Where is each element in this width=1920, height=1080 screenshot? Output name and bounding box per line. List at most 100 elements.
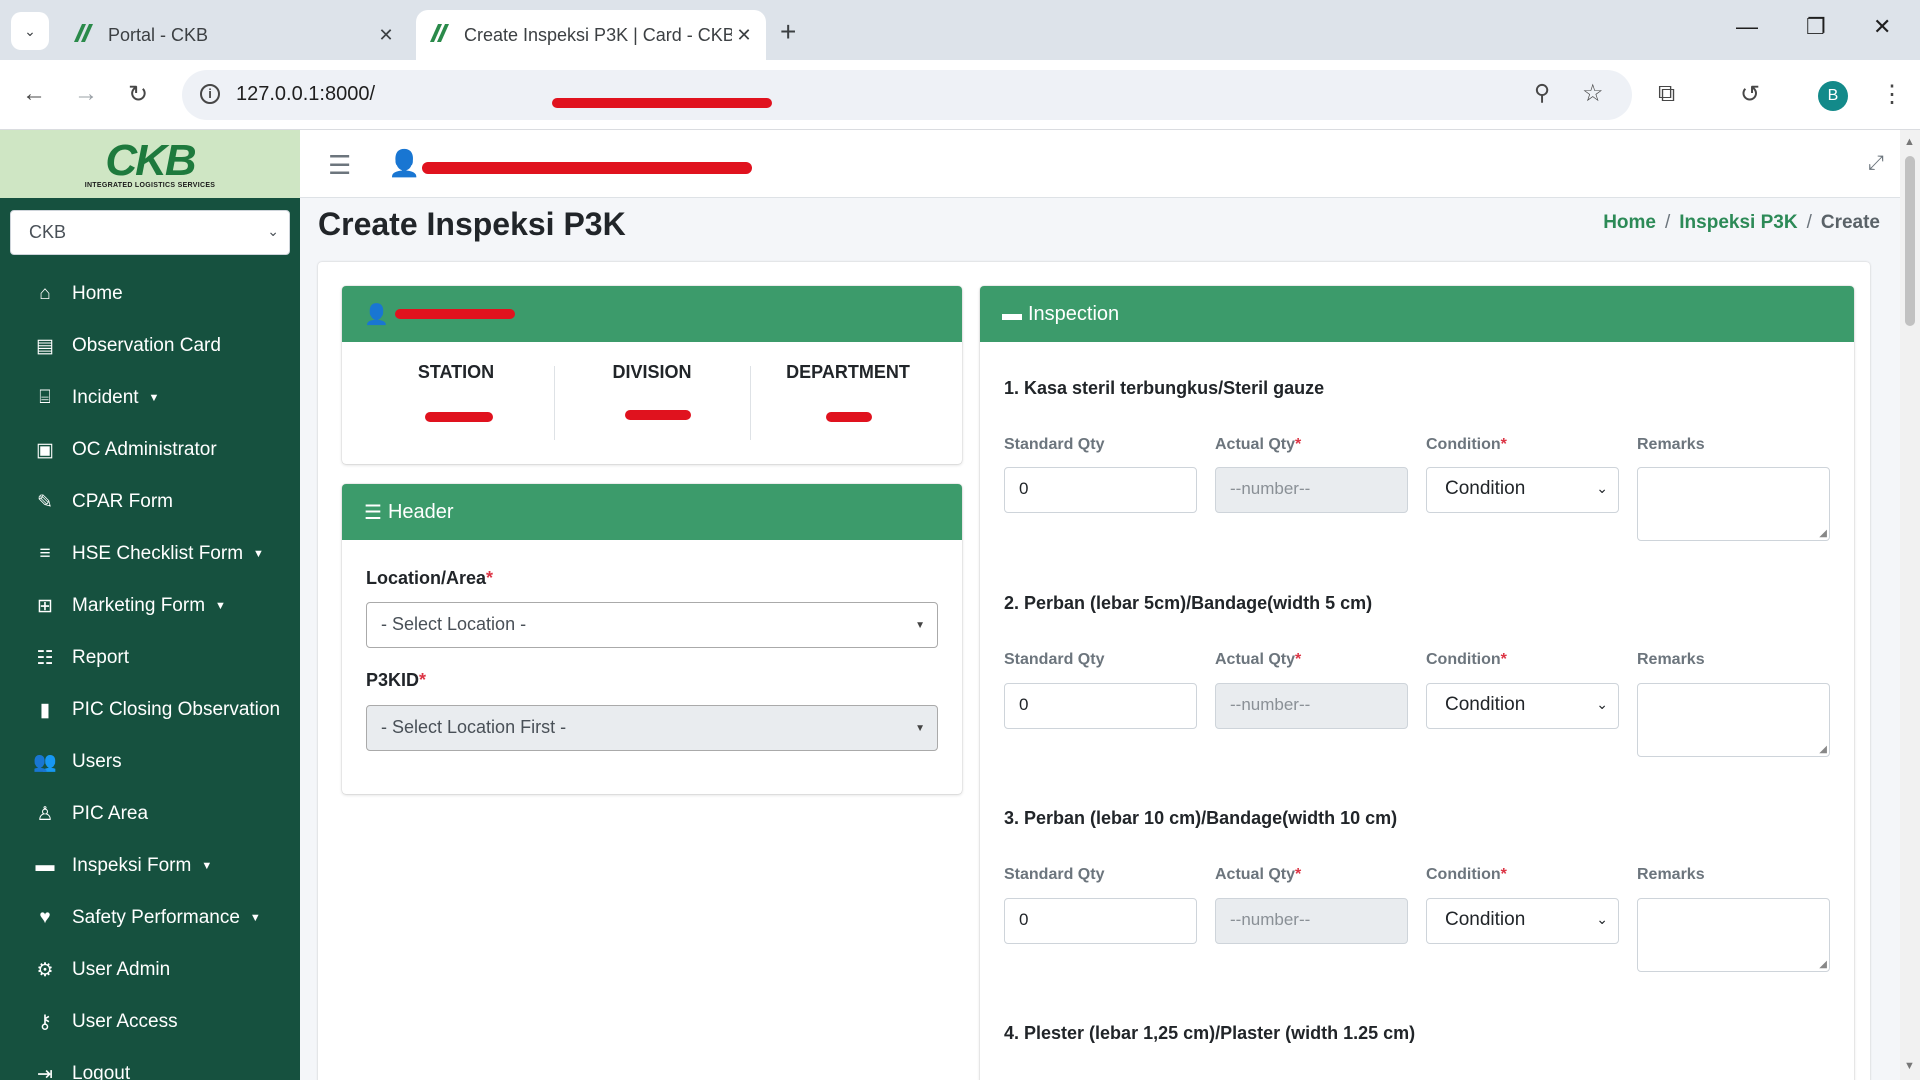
heartbeat-icon: ♥ bbox=[39, 907, 51, 928]
remarks-textarea[interactable]: ◢ bbox=[1637, 467, 1830, 541]
sidebar-item-logout[interactable]: ⇥ Logout bbox=[0, 1048, 300, 1080]
resize-handle-icon[interactable]: ◢ bbox=[1819, 528, 1827, 539]
site-select-value: CKB bbox=[29, 222, 67, 242]
sidebar-item-pic-area[interactable]: ♙ PIC Area bbox=[0, 788, 300, 840]
breadcrumb: Home / Inspeksi P3K / Create bbox=[1603, 212, 1880, 233]
tab-search-button[interactable]: ⌄ bbox=[11, 12, 49, 50]
remarks-textarea[interactable]: ◢ bbox=[1637, 898, 1830, 972]
chevron-down-icon: ⌄ bbox=[24, 22, 36, 39]
condition-label: Condition* bbox=[1426, 651, 1507, 668]
browser-tab-create-inspeksi[interactable]: Create Inspeksi P3K | Card - CKB ✕ bbox=[416, 10, 766, 60]
sidebar-item-label: PIC Closing Observation bbox=[72, 699, 281, 720]
actual-qty-label: Actual Qty* bbox=[1215, 866, 1302, 883]
caret-down-icon: ▼ bbox=[253, 548, 264, 560]
scroll-down-icon[interactable]: ▼ bbox=[1904, 1060, 1915, 1072]
actual-qty-label: Actual Qty* bbox=[1215, 436, 1302, 453]
actual-qty-input[interactable]: --number-- bbox=[1215, 898, 1408, 944]
sidebar-item-observation-card[interactable]: ▤ Observation Card bbox=[0, 320, 300, 372]
page-title: Create Inspeksi P3K bbox=[318, 206, 626, 242]
redaction-mark bbox=[422, 162, 752, 174]
location-select[interactable]: - Select Location - ▼ bbox=[366, 602, 938, 648]
clipboard-icon: ▤ bbox=[36, 335, 54, 357]
browser-toolbar: ← → ↻ i 127.0.0.1:8000/ ⚲ ☆ ⧉ ↺ B ⋮ bbox=[0, 60, 1920, 130]
sidebar-item-inspeksi-form[interactable]: ▬ Inspeksi Form ▼ bbox=[0, 840, 300, 892]
forward-icon[interactable]: → bbox=[74, 80, 98, 108]
condition-select[interactable]: Condition ⌄ bbox=[1426, 683, 1619, 729]
page-scrollbar[interactable]: ▲ ▼ bbox=[1900, 130, 1920, 1080]
bookmark-star-icon[interactable]: ☆ bbox=[1582, 79, 1604, 108]
extensions-icon[interactable]: ⧉ bbox=[1658, 80, 1675, 108]
tab-title: Portal - CKB bbox=[108, 24, 209, 45]
standard-qty-input[interactable]: 0 bbox=[1004, 898, 1197, 944]
back-icon[interactable]: ← bbox=[22, 80, 46, 108]
remarks-label: Remarks bbox=[1637, 866, 1705, 883]
site-select[interactable]: CKB ⌄ bbox=[10, 210, 290, 255]
sidebar-item-oc-administrator[interactable]: ▣ OC Administrator bbox=[0, 424, 300, 476]
sidebar-item-hse-checklist-form[interactable]: ≡ HSE Checklist Form ▼ bbox=[0, 528, 300, 580]
hamburger-menu-icon[interactable]: ☰ bbox=[328, 150, 351, 181]
p3kid-select-placeholder: - Select Location First - bbox=[381, 717, 567, 737]
sidebar-item-cpar-form[interactable]: ✎ CPAR Form bbox=[0, 476, 300, 528]
standard-qty-input[interactable]: 0 bbox=[1004, 467, 1197, 513]
site-info-icon[interactable]: i bbox=[200, 84, 220, 104]
ckb-favicon-icon bbox=[72, 22, 94, 49]
sidebar-item-report[interactable]: ☷ Report bbox=[0, 632, 300, 684]
more-menu-icon[interactable]: ⋮ bbox=[1880, 80, 1904, 109]
zoom-icon[interactable]: ⚲ bbox=[1534, 80, 1550, 106]
sidebar-item-label: User Access bbox=[72, 1011, 178, 1032]
sidebar-item-pic-closing-observation[interactable]: ▮ PIC Closing Observation bbox=[0, 684, 300, 736]
redaction-mark bbox=[826, 412, 872, 422]
browser-tab-portal[interactable]: Portal - CKB ✕ bbox=[60, 10, 408, 60]
sidebar-item-safety-performance[interactable]: ♥ Safety Performance ▼ bbox=[0, 892, 300, 944]
close-tab-icon[interactable]: ✕ bbox=[732, 25, 756, 46]
edit-icon: ✎ bbox=[37, 491, 53, 513]
condition-select[interactable]: Condition ⌄ bbox=[1426, 467, 1619, 513]
breadcrumb-home[interactable]: Home bbox=[1603, 212, 1656, 233]
sidebar-item-user-admin[interactable]: ⚙ User Admin bbox=[0, 944, 300, 996]
reload-icon[interactable]: ↻ bbox=[128, 80, 148, 109]
scrollbar-thumb[interactable] bbox=[1905, 156, 1915, 326]
bars-icon: ≡ bbox=[39, 543, 51, 564]
breadcrumb-inspeksi-p3k[interactable]: Inspeksi P3K bbox=[1679, 212, 1797, 233]
sidebar-item-label: User Admin bbox=[72, 959, 171, 980]
restore-icon[interactable]: ❐ bbox=[1806, 14, 1826, 40]
sidebar-item-label: Safety Performance bbox=[72, 907, 240, 928]
user-cog-icon: ⚙ bbox=[36, 959, 54, 981]
fullscreen-icon[interactable]: ⤢ bbox=[1868, 152, 1884, 175]
redaction-mark bbox=[394, 309, 515, 319]
sidebar-item-user-access[interactable]: ⚷ User Access bbox=[0, 996, 300, 1048]
sidebar-item-users[interactable]: 👥 Users bbox=[0, 736, 300, 788]
actual-qty-input[interactable]: --number-- bbox=[1215, 467, 1408, 513]
profile-avatar[interactable]: B bbox=[1818, 81, 1848, 111]
standard-qty-input[interactable]: 0 bbox=[1004, 683, 1197, 729]
remarks-textarea[interactable]: ◢ bbox=[1637, 683, 1830, 757]
scroll-up-icon[interactable]: ▲ bbox=[1904, 136, 1915, 148]
actual-qty-input[interactable]: --number-- bbox=[1215, 683, 1408, 729]
ckb-favicon-icon bbox=[428, 22, 450, 49]
new-tab-icon[interactable]: + bbox=[780, 16, 796, 48]
key-icon: ⚷ bbox=[38, 1011, 52, 1033]
logo[interactable]: CKB INTEGRATED LOGISTICS SERVICES bbox=[0, 130, 300, 198]
caret-down-icon: ▼ bbox=[215, 600, 226, 612]
close-window-icon[interactable]: ✕ bbox=[1873, 14, 1891, 40]
resize-handle-icon[interactable]: ◢ bbox=[1819, 959, 1827, 970]
person-icon: ♙ bbox=[36, 803, 54, 825]
sidebar-item-home[interactable]: ⌂ Home bbox=[0, 268, 300, 320]
p3kid-select[interactable]: - Select Location First - ▼ bbox=[366, 705, 938, 751]
sidebar-item-marketing-form[interactable]: ⊞ Marketing Form ▼ bbox=[0, 580, 300, 632]
close-tab-icon[interactable]: ✕ bbox=[374, 25, 398, 46]
inspection-card-header: ▬ Inspection bbox=[980, 286, 1854, 342]
caret-down-icon: ▼ bbox=[201, 860, 213, 872]
minimize-icon[interactable]: — bbox=[1736, 14, 1758, 40]
condition-select[interactable]: Condition ⌄ bbox=[1426, 898, 1619, 944]
chevron-down-icon: ⌄ bbox=[1596, 911, 1608, 927]
sidebar-item-incident[interactable]: ⌸ Incident ▼ bbox=[0, 372, 300, 424]
id-card-icon: ▣ bbox=[36, 439, 54, 461]
profile-card-header: 👤 bbox=[342, 286, 962, 342]
sidebar-item-label: Inspeksi Form bbox=[72, 855, 192, 876]
standard-qty-label: Standard Qty bbox=[1004, 436, 1105, 453]
address-bar[interactable]: i 127.0.0.1:8000/ ⚲ ☆ bbox=[182, 70, 1632, 120]
resize-handle-icon[interactable]: ◢ bbox=[1819, 744, 1827, 755]
history-icon[interactable]: ↺ bbox=[1740, 80, 1760, 109]
sidebar-item-label: OC Administrator bbox=[72, 439, 217, 460]
